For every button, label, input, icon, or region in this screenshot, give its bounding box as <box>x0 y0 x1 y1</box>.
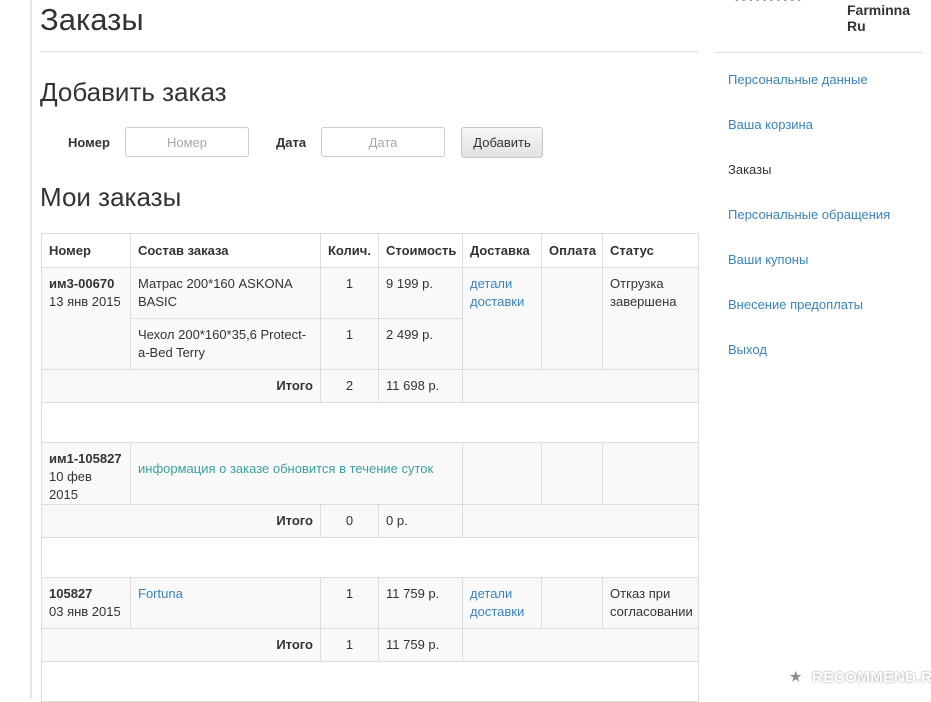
order-item-name: Чехол 200*160*35,6 Protect-a-Bed Terry <box>130 318 321 370</box>
user-name[interactable]: Farminna Ru <box>847 2 931 34</box>
order-number-cell: им3-00670 13 янв 2015 <box>41 267 131 370</box>
order-date: 13 янв 2015 <box>49 294 121 309</box>
total-label: Итого <box>41 628 321 662</box>
page-title: Заказы <box>40 2 144 37</box>
column-header-quantity: Колич. <box>320 233 379 268</box>
recommend-logo-icon: ★ <box>786 667 806 687</box>
sidebar-item-orders: Заказы <box>728 162 772 177</box>
order-item-qty: 1 <box>320 577 379 629</box>
table-row: им1-105827 10 фев 2015 информация о зака… <box>41 442 699 505</box>
column-header-status: Статус <box>602 233 699 268</box>
total-qty: 0 <box>320 504 379 538</box>
column-header-contents: Состав заказа <box>130 233 321 268</box>
total-row: Итого 1 11 759 р. <box>41 628 699 662</box>
sidebar-item-personal-data[interactable]: Персональные данные <box>728 72 868 87</box>
total-label: Итого <box>41 369 321 403</box>
order-date-input[interactable] <box>321 127 445 157</box>
order-date-label: Дата <box>276 135 307 150</box>
user-greeting-clipped: • • • • • • • • • • <box>735 0 840 3</box>
total-cost: 11 759 р. <box>378 628 463 662</box>
table-row: им3-00670 13 янв 2015 Матрас 200*160 ASK… <box>41 267 699 370</box>
order-item-qty: 1 <box>320 267 379 319</box>
add-order-heading: Добавить заказ <box>40 77 227 107</box>
order-item-name: Матрас 200*160 ASKONA BASIC <box>130 267 321 319</box>
delivery-cell <box>462 442 542 505</box>
sidebar-divider <box>715 52 923 53</box>
title-divider <box>40 51 698 52</box>
total-empty-cell <box>462 628 699 662</box>
watermark-text: RECOMMEND.RU <box>812 668 931 686</box>
order-number: им3-00670 <box>49 276 115 291</box>
total-qty: 1 <box>320 628 379 662</box>
spacer-row <box>41 537 699 578</box>
delivery-cell: детали доставки <box>462 267 542 370</box>
delivery-details-link[interactable]: детали доставки <box>470 586 524 619</box>
total-cost: 0 р. <box>378 504 463 538</box>
delivery-cell: детали доставки <box>462 577 542 629</box>
order-date: 03 янв 2015 <box>49 604 121 619</box>
order-number: 105827 <box>49 586 93 601</box>
column-header-delivery: Доставка <box>462 233 542 268</box>
status-cell <box>602 442 699 505</box>
recommend-watermark: ★ RECOMMEND.RU <box>786 664 931 690</box>
order-number-cell: им1-105827 10 фев 2015 <box>41 442 131 505</box>
payment-cell <box>541 577 603 629</box>
order-number: им1-105827 <box>49 451 122 466</box>
payment-cell <box>541 267 603 370</box>
sidebar-item-prepayment[interactable]: Внесение предоплаты <box>728 297 863 312</box>
status-cell: Отказ при согласовании <box>602 577 699 629</box>
order-item-cost: 2 499 р. <box>378 318 463 370</box>
sidebar-item-coupons[interactable]: Ваши купоны <box>728 252 808 267</box>
column-header-number: Номер <box>41 233 131 268</box>
table-row: 105827 03 янв 2015 Fortuna 1 11 759 р. д… <box>41 577 699 629</box>
order-info-message: информация о заказе обновится в течение … <box>130 442 463 505</box>
sidebar-item-cart[interactable]: Ваша корзина <box>728 117 813 132</box>
total-row: Итого 2 11 698 р. <box>41 369 699 403</box>
total-label: Итого <box>41 504 321 538</box>
payment-cell <box>541 442 603 505</box>
status-cell: Отгрузка завершена <box>602 267 699 370</box>
order-item-name-cell: Fortuna <box>130 577 321 629</box>
order-number-input[interactable] <box>125 127 249 157</box>
my-orders-heading: Мои заказы <box>40 182 182 212</box>
sidebar-item-personal-requests[interactable]: Персональные обращения <box>728 207 890 222</box>
table-header-row: Номер Состав заказа Колич. Стоимость Дос… <box>41 233 699 268</box>
total-empty-cell <box>462 369 699 403</box>
spacer-row <box>41 402 699 443</box>
order-item-link[interactable]: Fortuna <box>138 586 183 601</box>
sidebar-item-logout[interactable]: Выход <box>728 342 767 357</box>
delivery-details-link[interactable]: детали доставки <box>470 276 524 309</box>
total-qty: 2 <box>320 369 379 403</box>
total-cost: 11 698 р. <box>378 369 463 403</box>
spacer-row <box>41 661 699 702</box>
total-row: Итого 0 0 р. <box>41 504 699 538</box>
total-empty-cell <box>462 504 699 538</box>
order-date: 10 фев 2015 <box>49 469 92 502</box>
order-item-cost: 9 199 р. <box>378 267 463 319</box>
order-number-cell: 105827 03 янв 2015 <box>41 577 131 629</box>
order-number-label: Номер <box>68 135 110 150</box>
orders-table: Номер Состав заказа Колич. Стоимость Дос… <box>41 233 699 702</box>
column-header-cost: Стоимость <box>378 233 463 268</box>
order-item-qty: 1 <box>320 318 379 370</box>
column-header-payment: Оплата <box>541 233 603 268</box>
add-order-button[interactable]: Добавить <box>461 127 543 158</box>
page-left-border <box>30 0 32 699</box>
order-item-cost: 11 759 р. <box>378 577 463 629</box>
